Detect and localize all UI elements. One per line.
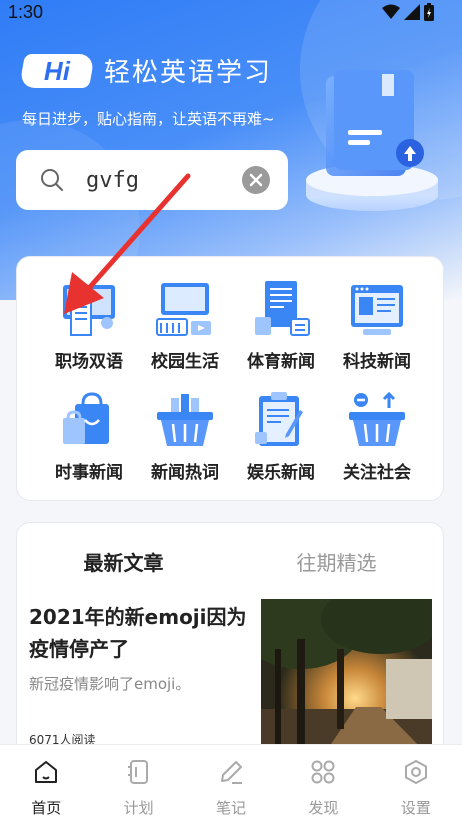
- slogan: 每日进步，贴心指南，让英语不再难~: [22, 110, 275, 128]
- basket-icon: [157, 394, 213, 446]
- category-item[interactable]: 娱乐新闻: [233, 388, 329, 483]
- tab-past[interactable]: 往期精选: [230, 547, 443, 576]
- tabbar-item-notes[interactable]: 笔记: [185, 745, 277, 824]
- discover-icon: [311, 760, 335, 784]
- category-item[interactable]: 新闻热词: [137, 388, 233, 483]
- category-item[interactable]: 职场双语: [41, 277, 137, 372]
- category-label: 科技新闻: [343, 352, 411, 372]
- search-input[interactable]: gvfg: [16, 150, 288, 210]
- brand-title: 轻松英语学习: [104, 58, 273, 88]
- wifi-icon: [382, 4, 400, 19]
- brand-logo: Hi: [19, 53, 95, 88]
- bottom-tab-bar: 首页 计划 笔记 发现 设置: [0, 744, 462, 824]
- category-label: 职场双语: [55, 352, 123, 372]
- tabbar-item-discover[interactable]: 发现: [277, 745, 369, 824]
- article-title[interactable]: 2021年的新emoji因为疫情停产了: [29, 601, 249, 665]
- category-label: 娱乐新闻: [247, 463, 315, 483]
- home-icon: [35, 761, 58, 783]
- article-tabs: 最新文章 往期精选: [17, 523, 443, 599]
- category-item[interactable]: 时事新闻: [41, 388, 137, 483]
- article-description: 新冠疫情影响了emoji。: [29, 675, 191, 693]
- book-illustration-icon: [306, 70, 438, 211]
- close-icon: [249, 173, 263, 187]
- category-label: 体育新闻: [247, 352, 315, 372]
- sports-news-icon: [255, 281, 310, 336]
- article-section: 最新文章 往期精选 2021年的新emoji因为疫情停产了 新冠疫情影响了emo…: [16, 522, 444, 752]
- clipboard-icon: [255, 392, 303, 446]
- brand-header: Hi 轻松英语学习: [19, 52, 273, 89]
- tech-news-icon: [351, 285, 403, 335]
- campus-monitor-icon: [156, 283, 211, 336]
- tab-latest[interactable]: 最新文章: [17, 547, 230, 576]
- status-time: 1:30: [8, 2, 44, 22]
- category-item[interactable]: 科技新闻: [329, 277, 425, 372]
- settings-icon: [404, 760, 427, 784]
- plan-icon: [127, 760, 148, 784]
- shopping-bag-icon: [63, 392, 109, 444]
- office-icon: [63, 285, 115, 336]
- category-item[interactable]: 体育新闻: [233, 277, 329, 372]
- category-panel: 职场双语 校园生活 体育新闻 科技新闻 时事新闻 新闻热词 娱乐新闻 关注社会: [16, 256, 444, 501]
- category-label: 时事新闻: [55, 463, 123, 483]
- search-value: gvfg: [86, 167, 139, 193]
- signal-icon: [404, 4, 420, 20]
- clear-search-button[interactable]: [242, 166, 270, 194]
- note-icon: [221, 761, 243, 784]
- tabbar-item-home[interactable]: 首页: [0, 745, 92, 824]
- search-icon: [41, 169, 63, 191]
- category-label: 校园生活: [151, 352, 219, 372]
- category-item[interactable]: 校园生活: [137, 277, 233, 372]
- category-label: 新闻热词: [151, 463, 219, 483]
- category-item[interactable]: 关注社会: [329, 388, 425, 483]
- battery-icon: [424, 3, 434, 21]
- tabbar-item-settings[interactable]: 设置: [370, 745, 462, 824]
- tabbar-item-plan[interactable]: 计划: [92, 745, 184, 824]
- basket-arrows-icon: [349, 391, 405, 446]
- status-bar: 1:30: [0, 0, 462, 26]
- article-thumbnail[interactable]: [261, 599, 432, 752]
- category-label: 关注社会: [343, 463, 411, 483]
